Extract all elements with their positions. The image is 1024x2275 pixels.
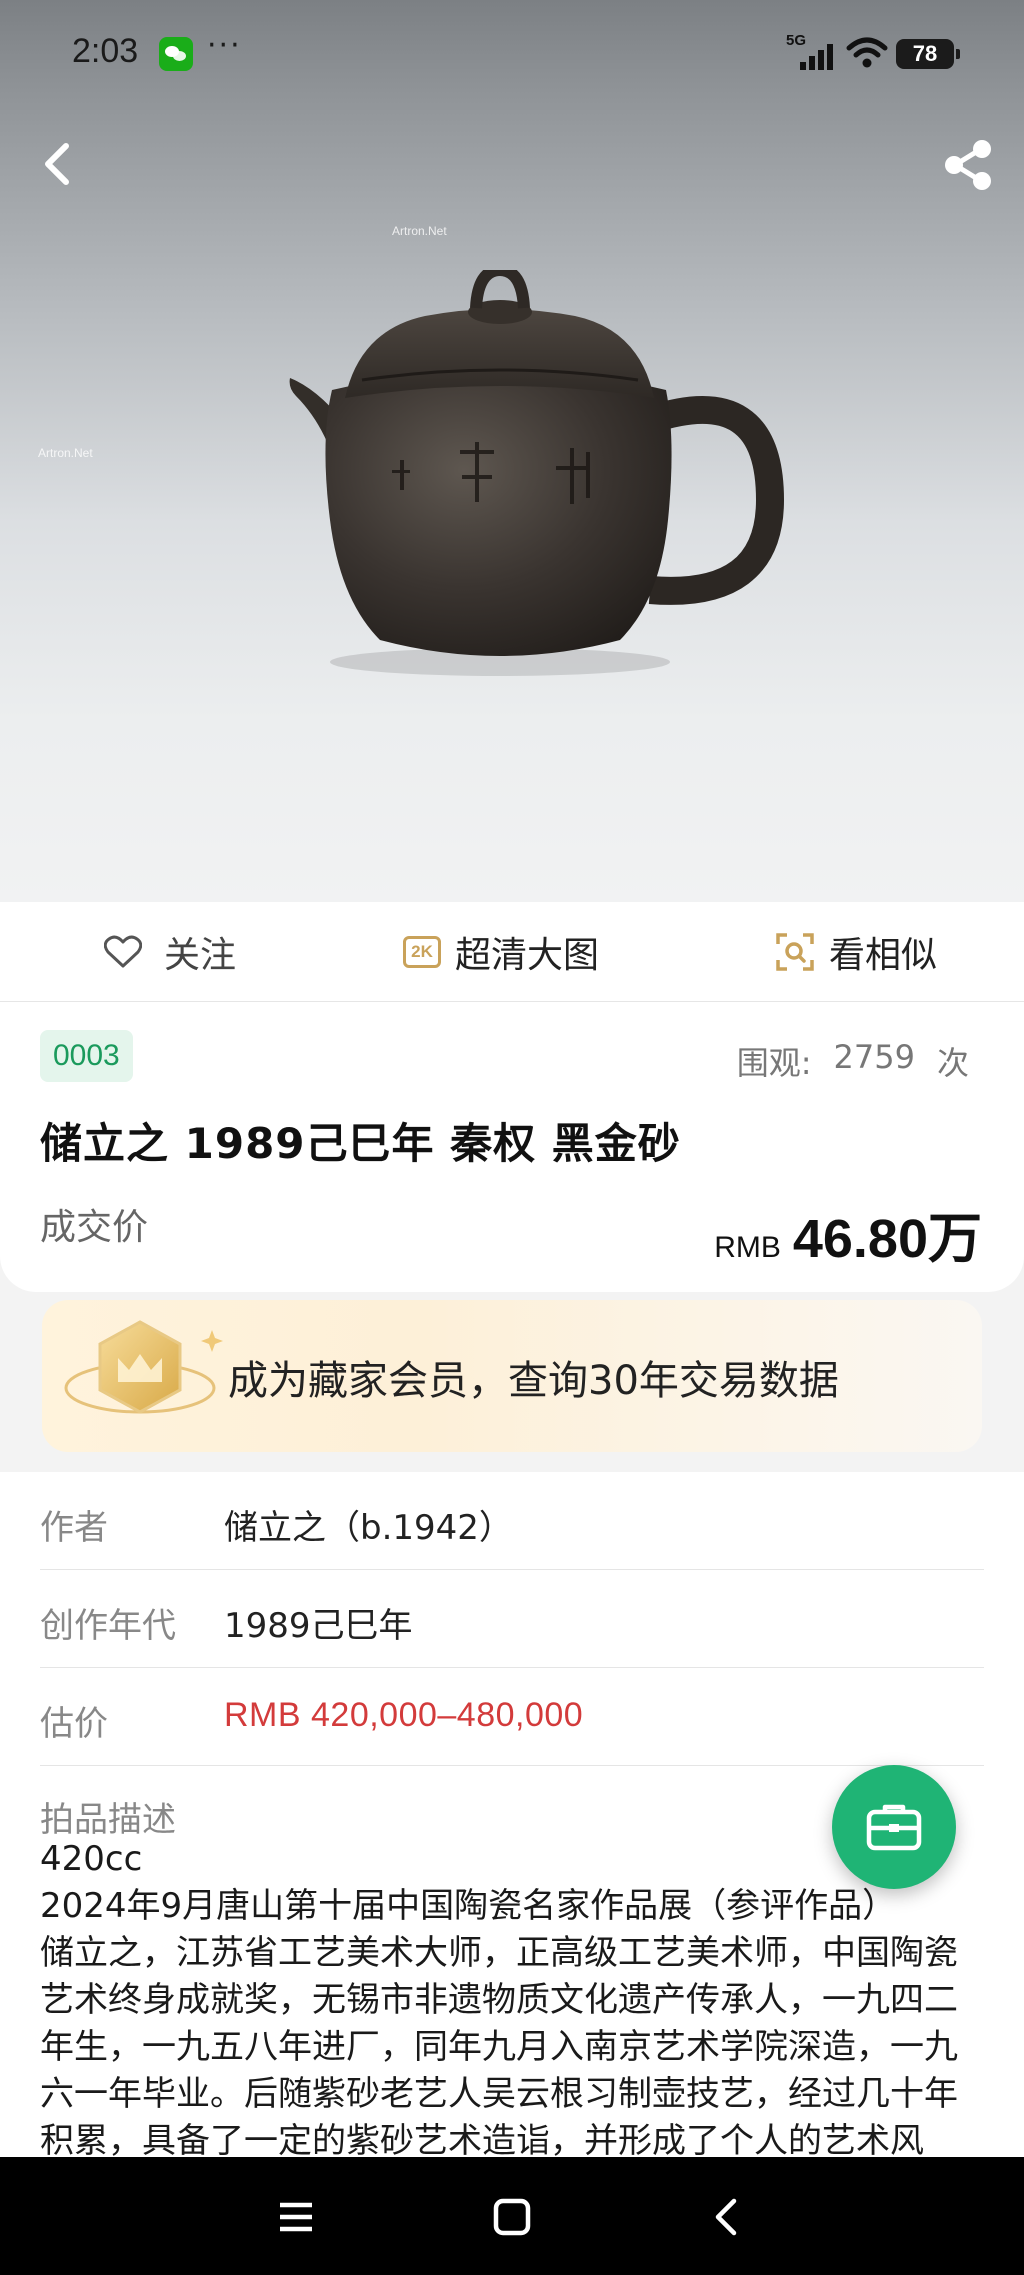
author-value[interactable]: 储立之（b.1942） xyxy=(224,1500,513,1549)
description-text: 420cc 2024年9月唐山第十届中国陶瓷名家作品展（参评作品） 储立之，江苏… xyxy=(40,1836,984,2165)
lot-info-card: 0003 围观: 2759 次 储立之 1989己巳年 秦权 黑金砂 成交价 R… xyxy=(0,1002,1024,1292)
hd-image-label: 超清大图 xyxy=(455,935,600,976)
description-line: 六一年毕业。后随紫砂老艺人吴云根习制壶技艺，经过几十年 xyxy=(40,2074,958,2114)
views-label: 围观: xyxy=(736,1044,812,1082)
views-count: 2759 xyxy=(833,1038,915,1076)
share-icon[interactable] xyxy=(942,138,994,192)
estimate-value: RMB 420,000–480,000 xyxy=(224,1696,584,1734)
wechat-notification-icon xyxy=(159,37,193,71)
author-row: 作者 储立之（b.1942） xyxy=(40,1472,984,1570)
status-bar: 2:03 ··· 5G 78 xyxy=(0,0,1024,110)
year-value: 1989己巳年 xyxy=(224,1606,413,1646)
similar-label: 看相似 xyxy=(829,935,938,976)
similar-button[interactable]: 看相似 xyxy=(775,902,937,1002)
deal-price: RMB 46.80万 xyxy=(714,1194,982,1273)
description-line: 年生，一九五八年进厂，同年九月入南京艺术学院深造，一九 xyxy=(40,2027,958,2067)
nav-back-icon[interactable] xyxy=(698,2187,758,2247)
menu-icon[interactable] xyxy=(266,2187,326,2247)
description-line: 艺术终身成就奖，无锡市非遗物质文化遗产传承人，一九四二 xyxy=(40,1980,958,2020)
system-navigation-bar xyxy=(0,2157,1024,2275)
author-label: 作者 xyxy=(40,1508,108,1548)
follow-button[interactable]: 关注 xyxy=(104,902,236,1002)
back-arrow-icon[interactable] xyxy=(38,140,78,188)
deal-price-label: 成交价 xyxy=(40,1207,149,1248)
year-label: 创作年代 xyxy=(40,1606,176,1646)
price-currency: RMB xyxy=(714,1231,781,1264)
membership-text: 成为藏家会员，查询30年交易数据 xyxy=(228,1358,839,1404)
hero-image-area[interactable]: 2:03 ··· 5G 78 Artron.Net Artron.Net xyxy=(0,0,1024,902)
briefcase-fab-button[interactable] xyxy=(832,1765,956,1889)
description-label: 拍品描述 xyxy=(40,1800,176,1840)
battery-icon: 78 xyxy=(896,39,960,69)
status-time: 2:03 xyxy=(72,32,139,70)
cellular-signal-icon: 5G xyxy=(786,32,838,72)
image-search-icon xyxy=(776,933,814,971)
price-value: 46.80万 xyxy=(792,1209,982,1269)
follow-label: 关注 xyxy=(164,935,237,976)
membership-banner[interactable]: 成为藏家会员，查询30年交易数据 xyxy=(42,1300,982,1452)
watermark: Artron.Net xyxy=(392,224,447,238)
more-notifications-icon: ··· xyxy=(207,28,242,63)
year-row: 创作年代 1989己巳年 xyxy=(40,1570,984,1668)
description-line: 2024年9月唐山第十届中国陶瓷名家作品展（参评作品） xyxy=(40,1886,897,1926)
estimate-label: 估价 xyxy=(40,1704,108,1744)
action-bar: 关注 2K 超清大图 看相似 xyxy=(0,902,1024,1002)
hd-2k-icon: 2K xyxy=(403,936,441,968)
view-count: 围观: 2759 次 xyxy=(737,1038,969,1084)
watermark: Artron.Net xyxy=(38,446,93,460)
heart-icon xyxy=(104,935,142,968)
description-line: 储立之，江苏省工艺美术大师，正高级工艺美术师，中国陶瓷 xyxy=(40,1933,958,1973)
wifi-icon xyxy=(846,37,888,68)
hd-image-button[interactable]: 2K 超清大图 xyxy=(403,902,599,1002)
home-icon[interactable] xyxy=(482,2187,542,2247)
teapot-photo xyxy=(289,270,785,676)
estimate-row: 估价 RMB 420,000–480,000 xyxy=(40,1668,984,1766)
views-unit: 次 xyxy=(936,1044,969,1082)
lot-number-badge: 0003 xyxy=(40,1030,133,1082)
lot-title: 储立之 1989己巳年 秦权 黑金砂 xyxy=(40,1119,681,1168)
briefcase-icon xyxy=(866,1804,922,1851)
